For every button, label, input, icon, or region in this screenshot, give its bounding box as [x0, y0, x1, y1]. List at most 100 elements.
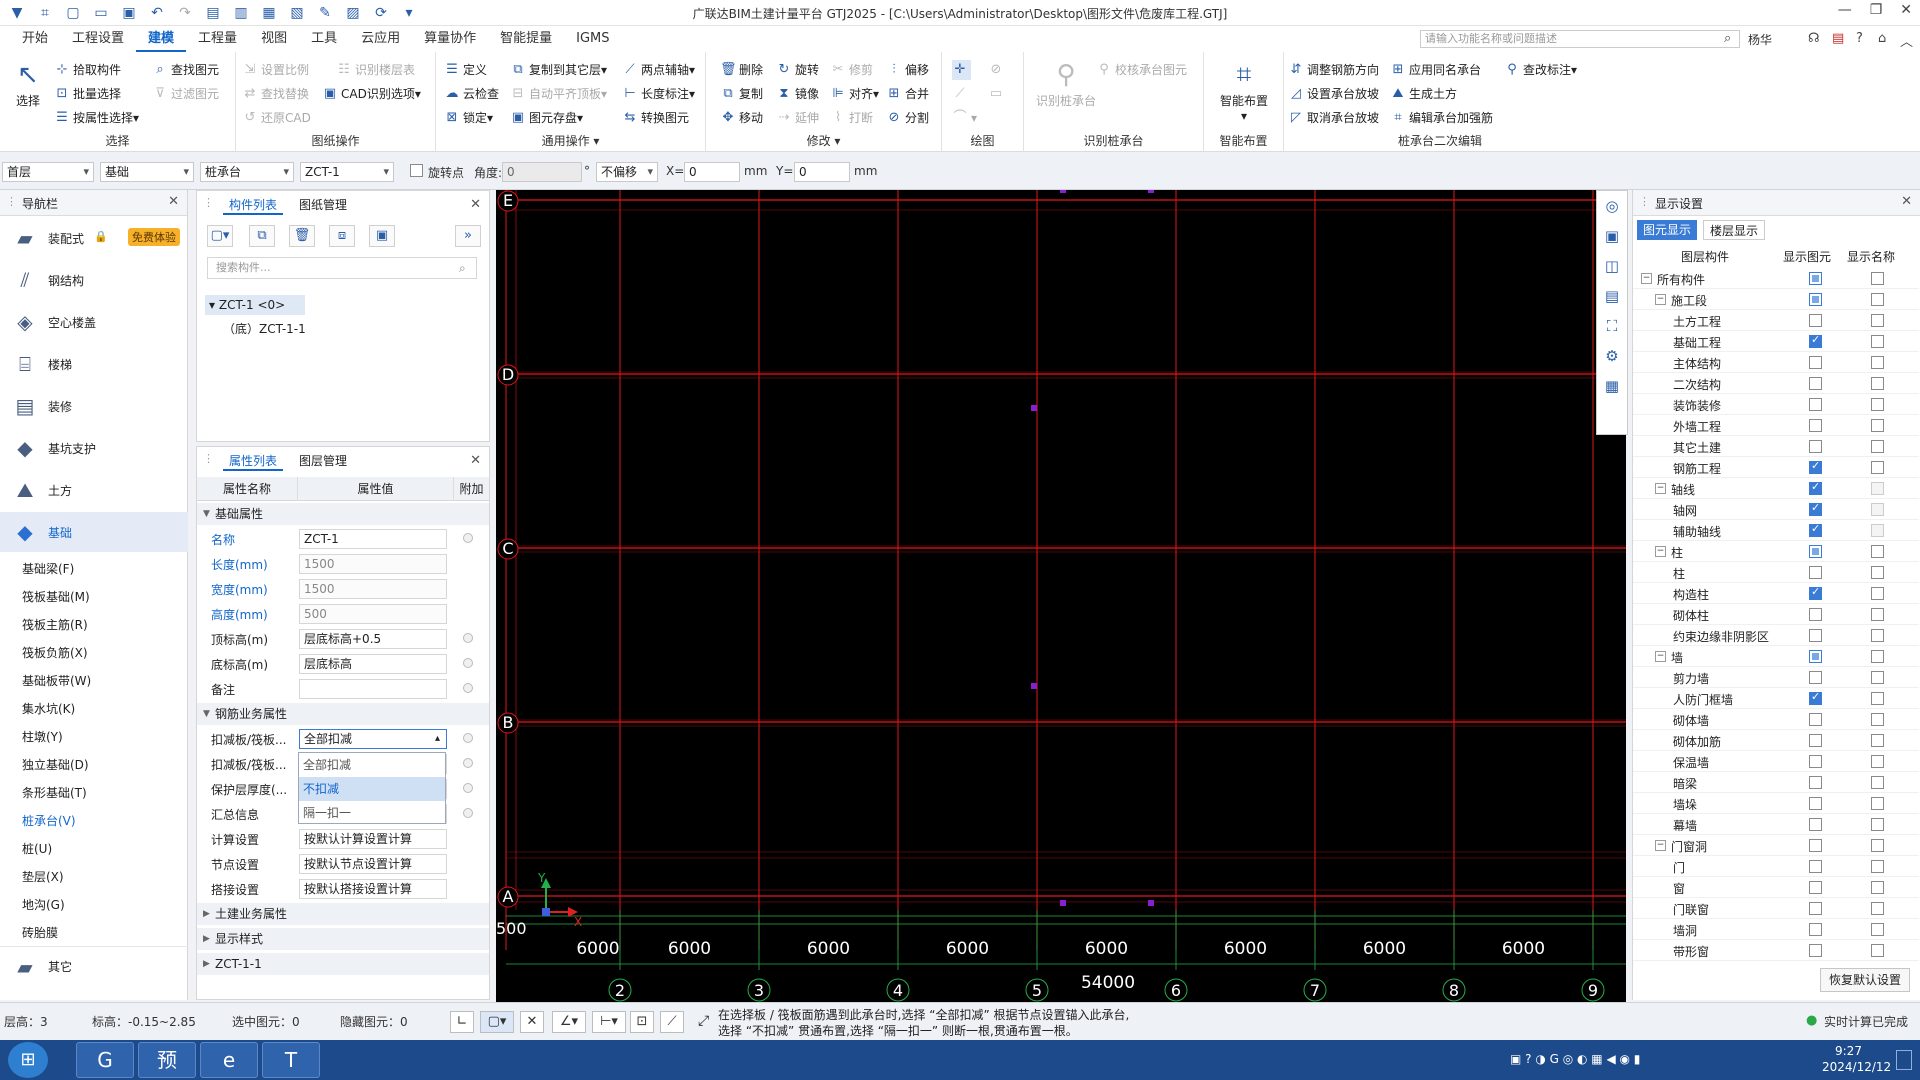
copy-component-button[interactable]: ⧉	[249, 225, 275, 247]
show-name-checkbox[interactable]	[1871, 902, 1884, 915]
show-element-checkbox[interactable]	[1809, 480, 1822, 495]
smart-layout-button[interactable]: ⌗ 智能布置 ▾	[1212, 58, 1276, 123]
copy-to-other-floor-button[interactable]: ⧉ 复制到其它层 ▾	[510, 60, 607, 80]
show-name-checkbox[interactable]	[1871, 944, 1884, 957]
nav-sub-brick-mold[interactable]: 砖胎膜	[22, 924, 58, 941]
rotate-point-button[interactable]: ⊘	[988, 60, 1007, 80]
taskbar-app-browser[interactable]: G	[76, 1042, 134, 1078]
show-name-checkbox[interactable]	[1871, 419, 1884, 432]
user-name[interactable]: 杨华	[1748, 31, 1772, 48]
component-select[interactable]: ZCT-1	[300, 162, 394, 182]
find-replace-button[interactable]: ⇄ 查找替换	[242, 84, 309, 104]
restore-icon[interactable]: ❐	[1870, 2, 1883, 18]
floor-select[interactable]: 首层	[2, 162, 94, 182]
show-element-checkbox[interactable]	[1809, 690, 1822, 705]
close-icon[interactable]: ✕	[1901, 194, 1912, 209]
restore-cad-button[interactable]: ↺ 还原CAD	[242, 108, 311, 128]
convert-element-button[interactable]: ⇆ 转换图元	[622, 108, 689, 128]
show-name-checkbox[interactable]	[1871, 881, 1884, 894]
show-name-checkbox[interactable]	[1871, 776, 1884, 789]
add-checkbox[interactable]	[463, 658, 473, 668]
offset-select[interactable]: 不偏移	[596, 162, 658, 182]
identify-layer-button[interactable]: ☷ 识别楼层表	[336, 60, 415, 80]
add-checkbox[interactable]	[463, 633, 473, 643]
show-name-checkbox[interactable]	[1871, 461, 1884, 474]
search-icon[interactable]: ⌕	[459, 261, 466, 276]
taskbar-app-ie[interactable]: e	[200, 1042, 258, 1078]
type-select[interactable]: 桩承台	[200, 162, 294, 182]
prop-value-input[interactable]: 500	[299, 604, 447, 624]
prop-value-input[interactable]	[299, 679, 447, 699]
tab-element-display[interactable]: 图元显示	[1637, 220, 1698, 240]
show-name-checkbox[interactable]	[1871, 671, 1884, 684]
nav-sub-pile-cap[interactable]: 桩承台(V)	[22, 812, 76, 829]
show-name-checkbox[interactable]	[1871, 839, 1884, 852]
menu-modeling[interactable]: 建模	[136, 26, 187, 52]
show-element-checkbox[interactable]	[1809, 333, 1822, 348]
edit-reinf-button[interactable]: ⌗ 编辑承台加强筋	[1390, 108, 1493, 128]
close-icon[interactable]: ✕	[1900, 2, 1912, 18]
add-checkbox[interactable]	[463, 783, 473, 793]
section-civil[interactable]: ▶ 土建业务属性	[197, 903, 489, 925]
pick-component-button[interactable]: ⊹ 拾取构件	[54, 60, 121, 80]
add-checkbox[interactable]	[463, 683, 473, 693]
tree-toggle-icon[interactable]: −	[1641, 273, 1652, 284]
home-icon[interactable]: ⌂	[1878, 31, 1886, 46]
show-name-checkbox[interactable]	[1871, 272, 1884, 285]
set-slope-button[interactable]: ◿ 设置承台放坡	[1288, 84, 1379, 104]
help-icon[interactable]: ?	[1856, 31, 1863, 46]
nav-sub-foundation-beam[interactable]: 基础梁(F)	[22, 560, 74, 577]
show-name-checkbox[interactable]	[1871, 314, 1884, 327]
nav-sub-raft[interactable]: 筏板基础(M)	[22, 588, 90, 605]
show-element-checkbox[interactable]	[1809, 272, 1822, 285]
show-element-checkbox[interactable]	[1809, 734, 1822, 747]
tab-layer-manage[interactable]: 图层管理	[293, 451, 353, 471]
menu-start[interactable]: 开始	[10, 26, 60, 52]
show-name-checkbox[interactable]	[1871, 608, 1884, 621]
show-element-checkbox[interactable]	[1809, 902, 1822, 915]
show-name-checkbox[interactable]	[1871, 797, 1884, 810]
show-name-checkbox[interactable]	[1871, 482, 1884, 495]
show-name-checkbox[interactable]	[1871, 713, 1884, 726]
define-button[interactable]: ☰ 定义	[444, 60, 487, 80]
adjust-rebar-button[interactable]: ⇵ 调整钢筋方向	[1288, 60, 1379, 80]
show-name-checkbox[interactable]	[1871, 650, 1884, 663]
layer-copy-button[interactable]: ⧈	[329, 225, 355, 247]
tree-item-zct1[interactable]: ▾ ZCT-1 <0>	[205, 295, 305, 315]
new-component-button[interactable]: ▢▾	[207, 225, 233, 247]
show-name-checkbox[interactable]	[1871, 755, 1884, 768]
rotate-point-checkbox[interactable]	[410, 164, 423, 177]
offset-button[interactable]: ⫶ 偏移	[886, 60, 929, 80]
show-element-checkbox[interactable]	[1809, 629, 1822, 642]
tree-toggle-icon[interactable]: −	[1655, 546, 1666, 557]
align-button[interactable]: ⊫ 对齐 ▾	[830, 84, 879, 104]
save-component-button[interactable]: ▣	[369, 225, 395, 247]
drag-grip-icon[interactable]: ⋮	[1639, 195, 1650, 208]
show-element-checkbox[interactable]	[1809, 818, 1822, 831]
prop-value-input[interactable]: 层底标高+0.5	[299, 629, 447, 649]
show-name-checkbox[interactable]	[1871, 860, 1884, 873]
section-rebar[interactable]: ▼ 钢筋业务属性	[197, 703, 489, 725]
show-element-checkbox[interactable]	[1809, 860, 1822, 873]
lock-button[interactable]: ⊠ 锁定 ▾	[444, 108, 494, 128]
show-element-checkbox[interactable]	[1809, 839, 1822, 852]
show-element-checkbox[interactable]	[1809, 585, 1822, 600]
nav-sub-trench[interactable]: 地沟(G)	[22, 896, 65, 913]
nav-cat-earthwork[interactable]: ⛰ 土方	[0, 470, 188, 510]
prop-value-input[interactable]: 1500	[299, 579, 447, 599]
show-name-checkbox[interactable]	[1871, 545, 1884, 558]
drag-grip-icon[interactable]: ⋮	[203, 452, 214, 465]
nav-sub-strip[interactable]: 条形基础(T)	[22, 784, 87, 801]
close-icon[interactable]: ✕	[168, 194, 179, 209]
view-3d-icon[interactable]: ▣	[1597, 221, 1627, 251]
length-mark-button[interactable]: ⊢ 长度标注 ▾	[622, 84, 695, 104]
nav-cat-foundation[interactable]: ◆ 基础	[0, 512, 188, 552]
check-cap-button[interactable]: ⚲ 校核承台图元	[1096, 60, 1187, 80]
tree-toggle-icon[interactable]: −	[1655, 483, 1666, 494]
drawing-canvas[interactable]: E D C B A 6000 6000 6000 6000 6000 6000 6000 6000 540…	[496, 187, 1626, 1002]
check-mark-button[interactable]: ⚲ 查改标注 ▾	[1504, 60, 1577, 80]
arc-draw-button[interactable]: ⌒ ▾	[952, 108, 977, 128]
show-name-checkbox[interactable]	[1871, 734, 1884, 747]
show-element-checkbox[interactable]	[1809, 797, 1822, 810]
tray-icons[interactable]: ▣ ? ◑ G ◎ ◐ ▦ ◀ ◉ ▮	[1510, 1052, 1640, 1066]
